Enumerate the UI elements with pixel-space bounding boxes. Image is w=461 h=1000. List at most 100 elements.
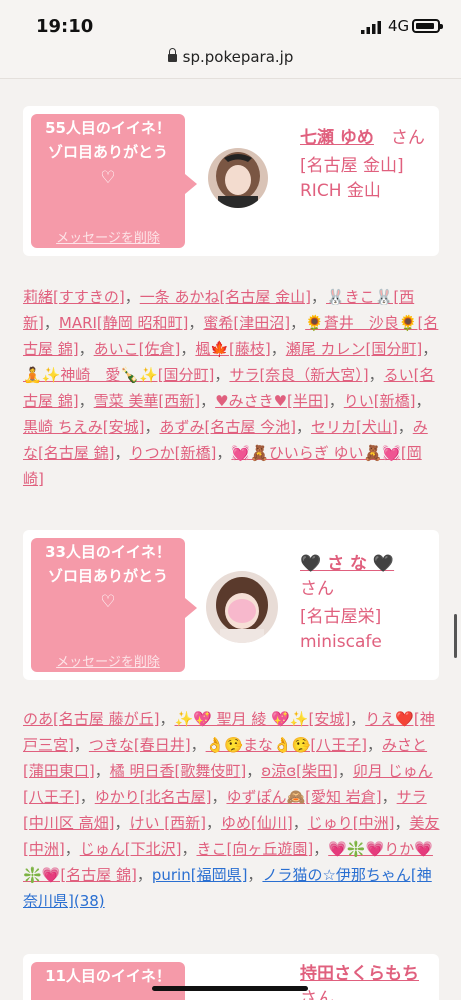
liker-link[interactable]: ʚ涼ɞ[柴田] — [261, 762, 338, 780]
liker-link[interactable]: セリカ[犬山] — [311, 418, 398, 436]
battery-icon — [412, 19, 443, 33]
liker-link[interactable]: サラ[奈良（新大宮）] — [229, 366, 368, 384]
separator: ， — [310, 288, 326, 306]
separator: ， — [270, 340, 286, 358]
liker-list: 莉緒[すすきの]，一条 あかね[名古屋 金山]，🐰きこ🐰[西新]，MARI[静岡… — [23, 284, 441, 492]
liker-info: 七瀬 ゆめ さん [名古屋 金山] RICH 金山 — [300, 126, 435, 204]
separator: ， — [328, 392, 344, 410]
network-type: 4G — [388, 17, 410, 35]
url-text: sp.pokepara.jp — [182, 48, 294, 66]
separator: ， — [78, 392, 94, 410]
separator: ， — [94, 762, 110, 780]
liker-link[interactable]: りつか[新橋] — [130, 444, 217, 462]
separator: ， — [313, 840, 329, 858]
delete-message-link[interactable]: メッセージを削除 — [31, 227, 185, 246]
separator: ， — [415, 392, 431, 410]
liker-link[interactable]: 一条 あかね[名古屋 金山] — [140, 288, 311, 306]
liker-link[interactable]: MARI[静岡 昭和町] — [59, 314, 189, 332]
separator: ， — [381, 788, 397, 806]
liker-info: 持田さくらもち さん — [300, 962, 435, 1000]
separator: ， — [144, 418, 160, 436]
separator: ， — [337, 762, 353, 780]
avatar[interactable] — [208, 148, 268, 208]
liker-link[interactable]: あずみ[名古屋 今池] — [160, 418, 296, 436]
separator: ， — [214, 366, 230, 384]
separator: ， — [43, 314, 59, 332]
liker-link[interactable]: ゆめ[仙川] — [221, 814, 293, 832]
separator: ， — [200, 392, 216, 410]
liker-link[interactable]: 黒崎 ちえみ[安城] — [23, 418, 144, 436]
liker-link[interactable]: 橘 明日香[歌舞伎町] — [110, 762, 246, 780]
separator: ， — [394, 814, 410, 832]
separator: ， — [397, 418, 413, 436]
separator: ， — [205, 814, 221, 832]
liker-link[interactable]: りい[新橋] — [344, 392, 416, 410]
separator: ， — [350, 710, 366, 728]
separator: ， — [78, 340, 94, 358]
liker-link[interactable]: ゆかり[北名古屋] — [95, 788, 212, 806]
liker-link[interactable]: きこ[向ヶ丘遊園] — [196, 840, 313, 858]
separator: ， — [290, 314, 306, 332]
separator: ， — [159, 710, 175, 728]
liker-link[interactable]: じゅん[下北沢] — [80, 840, 182, 858]
separator: ， — [292, 814, 308, 832]
liker-link[interactable]: 🧘✨神崎 愛🍾✨[国分町] — [23, 366, 214, 384]
liker-link[interactable]: 楓🍁[藤枝] — [195, 340, 270, 358]
header-divider — [0, 78, 461, 79]
separator: ， — [190, 736, 206, 754]
liker-link[interactable]: つきな[春日井] — [89, 736, 191, 754]
shop-name: [名古屋栄] miniscafe — [300, 607, 382, 652]
liker-link[interactable]: けい [西新] — [130, 814, 206, 832]
status-bar: 19:10 4G — [0, 0, 461, 78]
separator: ， — [64, 840, 80, 858]
separator: ， — [136, 866, 152, 884]
liker-link[interactable]: purin[福岡県] — [152, 866, 248, 884]
liker-link[interactable]: あいこ[佐倉] — [94, 340, 181, 358]
liker-info: 🖤 さ な 🖤 さん [名古屋栄] miniscafe — [300, 552, 435, 655]
liker-name-link[interactable]: 持田さくらもち — [300, 964, 419, 984]
like-card: 33人目のイイネ！ ゾロ目ありがとう ♡ メッセージを削除 🖤 さ な 🖤 さん… — [23, 530, 439, 680]
like-card: 11人目のイイネ！ 持田さくらもち さん — [23, 954, 439, 1000]
separator: ， — [246, 762, 262, 780]
separator: ， — [295, 418, 311, 436]
liker-link[interactable]: 莉緒[すすきの] — [23, 288, 125, 306]
separator: ， — [114, 444, 130, 462]
separator: ， — [367, 736, 383, 754]
shop-name: [名古屋 金山] RICH 金山 — [300, 156, 404, 201]
liker-link[interactable]: ♥みさき♥[半田] — [215, 392, 329, 410]
bubble-message: 11人目のイイネ！ — [45, 967, 171, 985]
honorific: さん — [300, 579, 334, 599]
message-bubble: 33人目のイイネ！ ゾロ目ありがとう ♡ メッセージを削除 — [31, 538, 197, 672]
liker-link[interactable]: 蜜希[津田沼] — [203, 314, 290, 332]
liker-link[interactable]: 👌🤥まな👌🤥[八王子] — [206, 736, 367, 754]
separator: ， — [211, 788, 227, 806]
liker-name-link[interactable]: 🖤 さ な 🖤 — [300, 554, 394, 574]
clock: 19:10 — [36, 16, 94, 37]
scrollbar[interactable] — [454, 614, 457, 658]
bubble-message: 55人目のイイネ！ ゾロ目ありがとう — [45, 119, 171, 161]
separator: ， — [124, 288, 140, 306]
liker-link[interactable]: 瀬尾 カレン[国分町] — [286, 340, 422, 358]
liker-link[interactable]: 雪菜 美華[西新] — [94, 392, 200, 410]
separator: ， — [216, 444, 232, 462]
liker-link[interactable]: じゅり[中洲] — [308, 814, 395, 832]
liker-name-link[interactable]: 七瀬 ゆめ — [300, 128, 374, 148]
home-indicator — [152, 986, 308, 991]
lock-icon — [167, 48, 177, 62]
separator: ， — [114, 814, 130, 832]
liker-link[interactable]: ゆずぽん🙈[愛知 岩倉] — [226, 788, 381, 806]
separator: ， — [247, 866, 263, 884]
honorific: さん — [300, 989, 334, 1000]
separator: ， — [73, 736, 89, 754]
address-bar[interactable]: sp.pokepara.jp — [0, 48, 461, 66]
message-bubble: 11人目のイイネ！ — [31, 962, 185, 1000]
like-card: 55人目のイイネ！ ゾロ目ありがとう ♡ メッセージを削除 七瀬 ゆめ さん [… — [23, 106, 439, 256]
separator: ， — [422, 340, 438, 358]
delete-message-link[interactable]: メッセージを削除 — [31, 651, 185, 670]
avatar[interactable] — [206, 571, 278, 643]
signal-icon — [361, 21, 381, 34]
liker-link[interactable]: ✨💖 聖月 綾 💖✨[安城] — [175, 710, 351, 728]
heart-icon: ♡ — [100, 592, 116, 612]
liker-list: のあ[名古屋 藤が丘]，✨💖 聖月 綾 💖✨[安城]，りえ❤️[神戸三宮]，つき… — [23, 706, 441, 914]
liker-link[interactable]: のあ[名古屋 藤が丘] — [23, 710, 159, 728]
